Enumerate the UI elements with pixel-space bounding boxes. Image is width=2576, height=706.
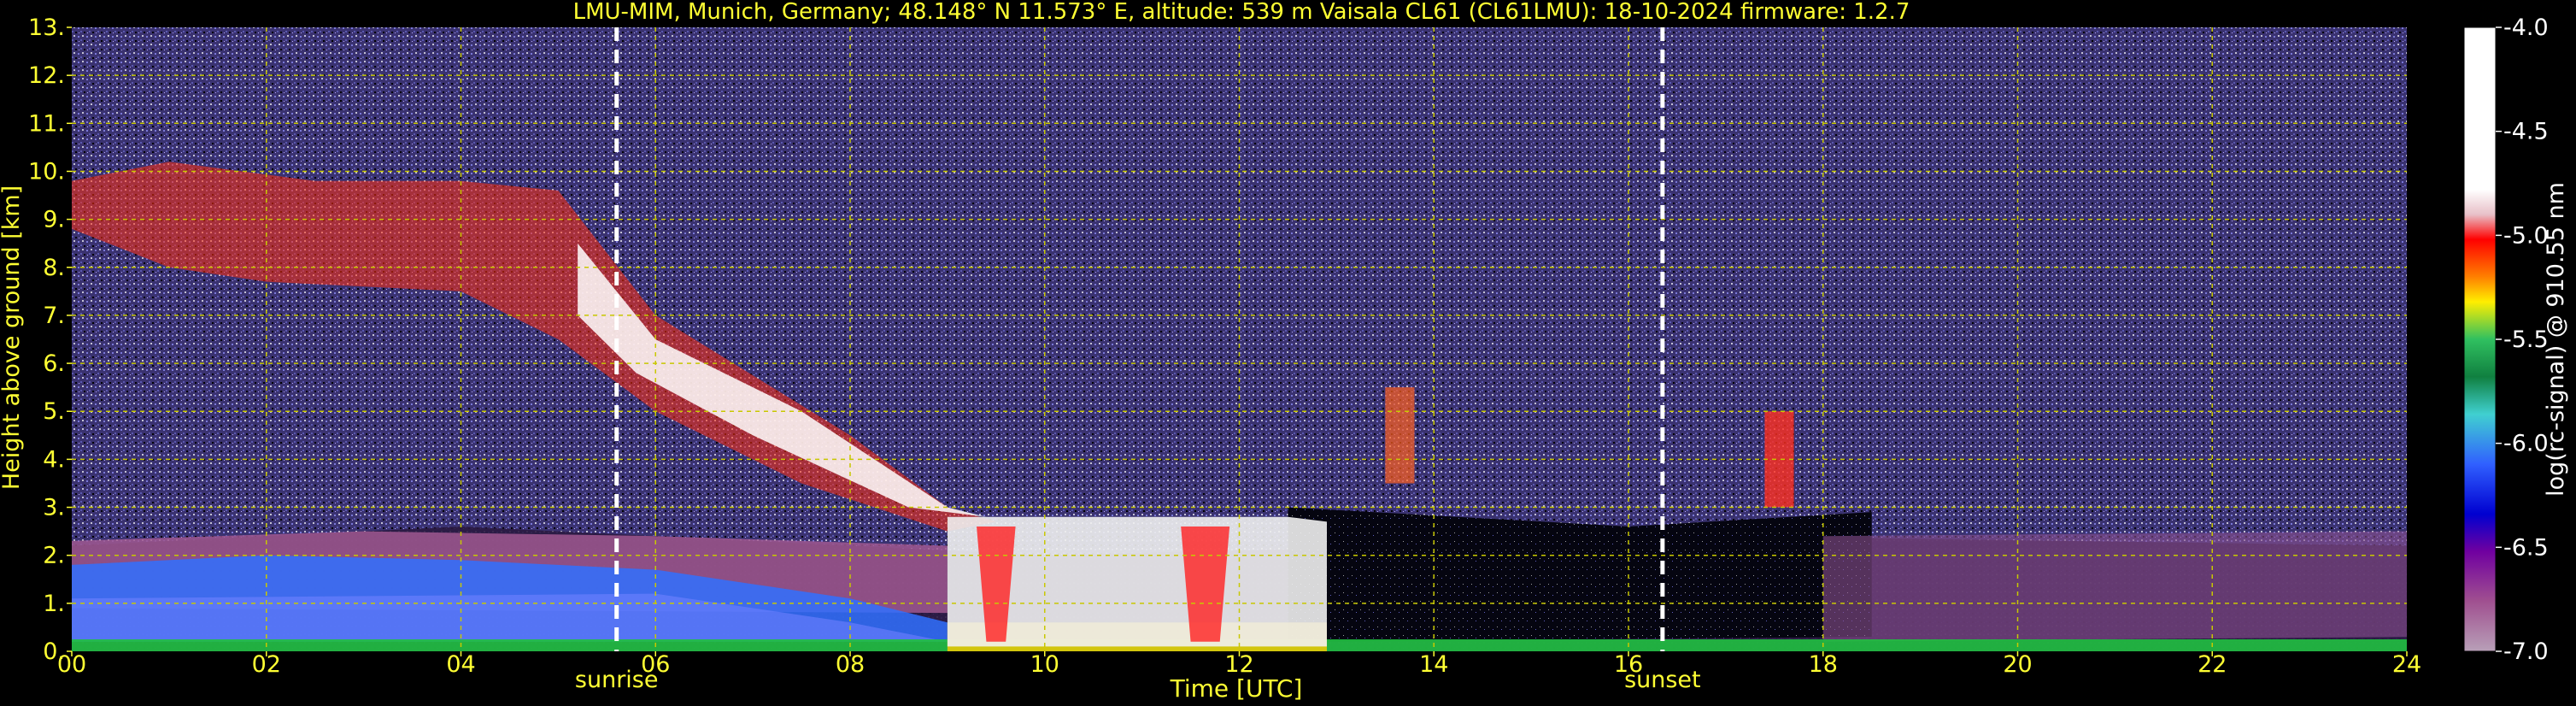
y-tick-label: 11.	[28, 110, 65, 137]
y-tick-label: 9.	[43, 207, 65, 233]
colorbar-tick-label: -6.0	[2503, 431, 2549, 457]
colorbar-tick-label: -5.5	[2503, 327, 2549, 353]
chart-title: LMU-MIM, Munich, Germany; 48.148° N 11.5…	[573, 0, 1910, 25]
y-tick-label: 12.	[28, 62, 65, 89]
y-tick-label: 1.	[43, 591, 65, 617]
x-tick-label: 04	[446, 651, 475, 678]
x-tick-label: 18	[1809, 651, 1838, 678]
colorbar-tick-label: -5.0	[2503, 222, 2549, 249]
ceilometer-chart: sunrise sunset 00 02 04 06 08 10 12 14 16 18 20 22 24…	[0, 0, 2569, 703]
y-tick-label: 0.	[43, 638, 65, 665]
x-tick-label: 22	[2198, 651, 2227, 678]
x-tick-label: 24	[2392, 651, 2421, 678]
y-tick-label: 4.	[43, 446, 65, 473]
x-tick-label: 20	[2003, 651, 2032, 678]
y-tick-label: 5.	[43, 398, 65, 425]
y-tick-label: 3.	[43, 495, 65, 521]
colorbar-tick-label: -7.0	[2503, 638, 2549, 665]
colorbar: -4.0 -4.5 -5.0 -5.5 -6.0 -6.5 -7.0 log(rc-sign…	[2463, 15, 2569, 665]
colorbar-tick-label: -6.5	[2503, 534, 2549, 561]
x-tick-label: 10	[1030, 651, 1059, 678]
night-low-region	[1288, 507, 1872, 642]
colorbar-label: log(rc-signal) @ 910.55 nm	[2543, 182, 2569, 497]
y-tick-label: 10.	[28, 158, 65, 185]
y-tick-label: 8.	[43, 255, 65, 281]
y-tick-label: 6.	[43, 350, 65, 377]
x-axis-label: Time [UTC]	[1170, 674, 1303, 703]
x-tick-label: 02	[252, 651, 281, 678]
y-tick-label: 2.	[43, 543, 65, 569]
cloud-1340	[1385, 387, 1415, 484]
evening-aerosol	[1822, 531, 2407, 642]
x-tick-label: 14	[1419, 651, 1448, 678]
colorbar-gradient	[2463, 26, 2497, 652]
colorbar-tick-label: -4.5	[2503, 119, 2549, 145]
y-tick-label: 7.	[43, 303, 65, 329]
x-tick-label: 08	[836, 651, 865, 678]
x-tick-label: 06	[641, 651, 670, 678]
colorbar-tick-label: -4.0	[2503, 15, 2549, 41]
y-tick-label: 13.	[28, 15, 65, 41]
x-tick-label: 16	[1614, 651, 1643, 678]
y-axis-label: Height above ground [km]	[0, 185, 25, 490]
